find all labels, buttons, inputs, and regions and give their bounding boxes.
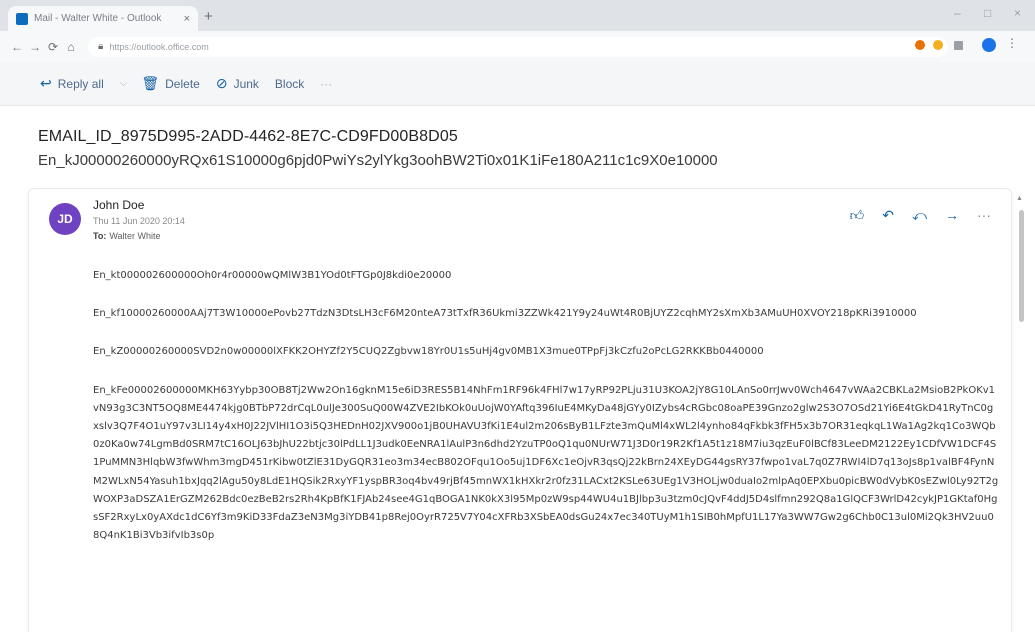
tab-title: Mail - Walter White - Outlook: [34, 13, 162, 24]
forward-icon[interactable]: →: [945, 207, 959, 224]
browser-tab[interactable]: Mail - Walter White - Outlook ×: [8, 6, 198, 31]
block-label: Block: [274, 76, 305, 91]
sender-name[interactable]: John Doe: [93, 198, 144, 212]
reply-all-icon[interactable]: ⤺: [912, 207, 927, 224]
to-label: To:: [93, 231, 107, 241]
avatar[interactable]: JD: [49, 203, 81, 235]
browser-menu-icon[interactable]: ⋮: [1006, 36, 1018, 50]
body-paragraph: En_kt000002600000Oh0r4r00000wQMlW3B1YOd0…: [93, 270, 452, 281]
extension-icon[interactable]: [933, 40, 943, 50]
command-bar: ↩︎ Reply all ⌵ 🗑︎ Delete ⊘ Junk Block ··…: [0, 62, 1035, 106]
url-text: https://outlook.office.com: [109, 41, 209, 52]
lock-icon: 🔒︎: [98, 41, 104, 52]
junk-label: Junk: [233, 76, 259, 91]
scrollbar-thumb[interactable]: [1019, 210, 1024, 322]
address-bar-row: ← → ⟳ ⌂ 🔒︎ https://outlook.office.com: [0, 31, 1035, 62]
home-icon[interactable]: ⌂: [62, 40, 80, 54]
reload-icon[interactable]: ⟳: [44, 40, 62, 54]
trash-icon: 🗑︎: [141, 75, 160, 91]
junk-button[interactable]: ⊘ Junk: [216, 75, 259, 92]
chevron-down-icon[interactable]: ⌵: [120, 78, 128, 89]
scroll-up-arrow-icon[interactable]: ▲: [1016, 195, 1023, 202]
more-options-icon[interactable]: ···: [977, 207, 991, 224]
message-body: En_kt000002600000Oh0r4r00000wQMlW3B1YOd0…: [93, 267, 999, 565]
body-paragraph: En_kFe00002600000MKH63Yybp30OB8Tj2Ww2On1…: [93, 384, 999, 542]
back-icon[interactable]: ←: [8, 40, 26, 54]
extensions-puzzle-icon[interactable]: [954, 41, 963, 50]
reply-all-label: Reply all: [57, 76, 104, 91]
outlook-favicon-icon: [16, 12, 28, 25]
recipient-line: To: Walter White: [93, 231, 161, 241]
delete-button[interactable]: 🗑︎ Delete: [141, 75, 199, 92]
new-tab-button[interactable]: +: [204, 8, 213, 25]
body-paragraph: En_kf10000260000AAj7T3W10000ePovb27TdzN3…: [93, 308, 917, 320]
message-actions: 👍︎ ↶ ⤺ → ···: [850, 207, 991, 224]
message-date: Thu 11 Jun 2020 20:14: [93, 216, 185, 226]
email-subject: EMAIL_ID_8975D995-2ADD-4462-8E7C-CD9FD00…: [38, 128, 458, 145]
close-tab-icon[interactable]: ×: [184, 13, 190, 25]
more-actions-icon[interactable]: ···: [320, 77, 332, 91]
block-button[interactable]: Block: [275, 77, 304, 91]
delete-label: Delete: [165, 76, 200, 91]
email-subject-line-2: En_kJ00000260000yRQx61S10000g6pjd0PwiYs2…: [38, 152, 718, 169]
thumbs-up-icon[interactable]: 👍︎: [850, 207, 865, 224]
body-paragraph: En_kZ00000260000SVD2n0w00000lXFKK2OHYZf2…: [93, 346, 764, 358]
url-bar[interactable]: 🔒︎ https://outlook.office.com: [88, 36, 948, 57]
maximize-button[interactable]: □: [984, 6, 991, 20]
message-card: JD John Doe Thu 11 Jun 2020 20:14 To: Wal…: [28, 188, 1012, 632]
recipient-name[interactable]: Walter White: [109, 231, 160, 241]
profile-avatar[interactable]: [982, 38, 996, 52]
close-window-button[interactable]: ×: [1014, 6, 1021, 20]
reply-all-button[interactable]: ↩︎ Reply all: [40, 75, 104, 92]
browser-tab-strip: Mail - Walter White - Outlook × + – □ ×: [0, 0, 1035, 31]
forward-nav-icon[interactable]: →: [26, 40, 44, 54]
reply-all-icon: ↩︎: [40, 75, 52, 91]
minimize-button[interactable]: –: [954, 6, 961, 20]
reply-icon[interactable]: ↶: [882, 207, 894, 224]
extension-icon[interactable]: [915, 40, 925, 50]
block-circle-icon: ⊘: [215, 75, 228, 91]
